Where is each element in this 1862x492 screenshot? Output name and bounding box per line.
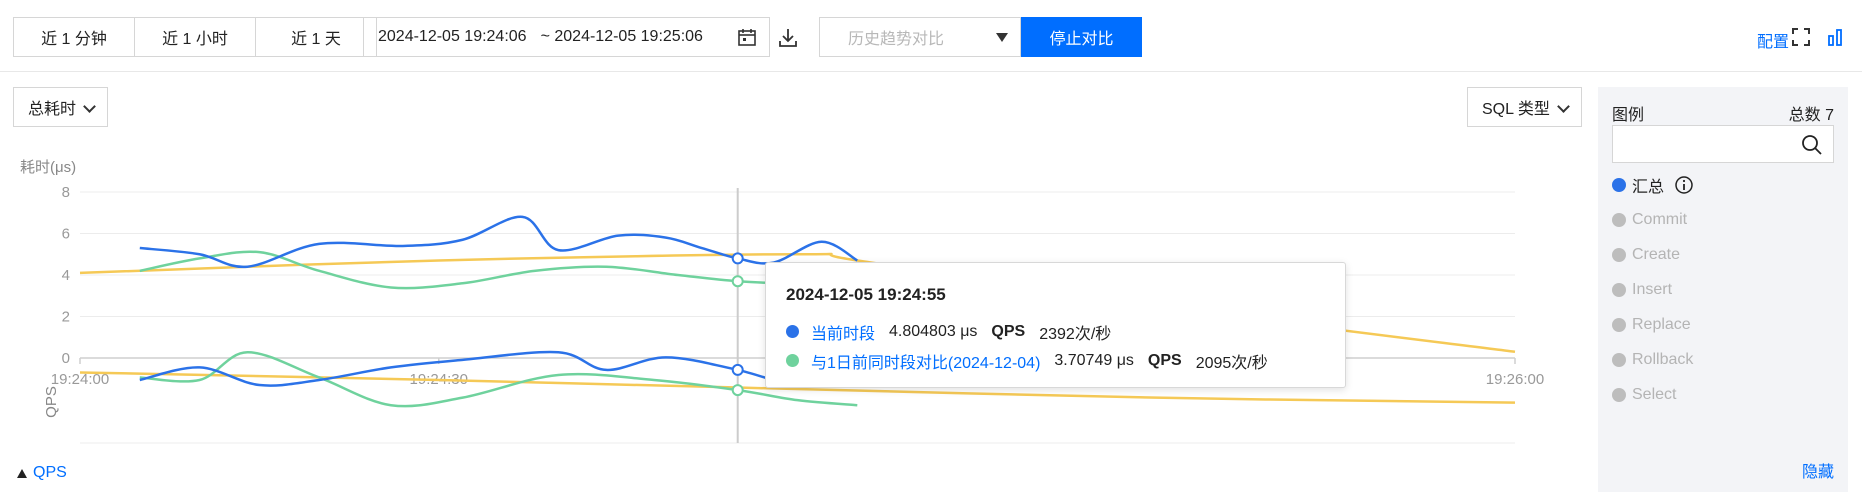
caret-down-icon	[996, 33, 1008, 42]
legend-item-label: Insert	[1632, 280, 1673, 298]
legend-total: 总数 7	[1788, 107, 1834, 124]
fullscreen-icon[interactable]	[1791, 27, 1811, 47]
series-dot	[786, 325, 799, 338]
legend-item-select[interactable]: Select	[1612, 377, 1694, 412]
hover-point	[731, 252, 744, 265]
legend-dot	[1612, 247, 1626, 262]
qps-toggle[interactable]: QPS	[17, 464, 67, 482]
series-compare-line	[139, 250, 858, 290]
search-icon[interactable]	[1801, 134, 1823, 156]
history-trend-placeholder: 历史趋势对比	[848, 31, 945, 48]
qps-toggle-label: QPS	[33, 464, 67, 481]
y-tick-label: 6	[62, 226, 70, 243]
range-1min-button[interactable]: 近 1 分钟	[13, 17, 135, 57]
qps-axis-label: QPS	[43, 386, 60, 418]
legend-dot	[1612, 282, 1626, 297]
time-range-group: 近 1 分钟 近 1 小时 近 1 天	[13, 17, 377, 57]
legend-item-create[interactable]: Create	[1612, 237, 1694, 272]
legend-item-label: Rollback	[1632, 350, 1694, 368]
legend-item-label: Replace	[1632, 315, 1691, 333]
x-tick-label: 19:26:00	[1486, 371, 1544, 388]
y-tick-label: 4	[62, 267, 70, 284]
tooltip-series-value: 3.70749 μs	[1054, 351, 1134, 369]
tooltip-row: 当前时段 4.804803 μs QPS 2392次/秒	[786, 317, 1345, 346]
metric-select[interactable]: 总耗时	[13, 87, 108, 127]
legend-list: 汇总 Commit Create Insert Replace Rollback	[1612, 167, 1694, 412]
legend-dot	[1612, 387, 1626, 402]
legend-item-commit[interactable]: Commit	[1612, 202, 1694, 237]
tooltip-series-value: 4.804803 μs	[889, 322, 978, 340]
date-end: ~ 2024-12-05 19:25:06	[540, 28, 703, 45]
legend-item-label: Create	[1632, 245, 1681, 263]
stop-compare-button[interactable]: 停止对比	[1021, 17, 1142, 57]
triangle-up-icon	[17, 468, 27, 478]
chevron-down-icon	[1557, 100, 1570, 113]
date-range-picker[interactable]: 2024-12-05 19:24:06 ~ 2024-12-05 19:25:0…	[363, 17, 770, 57]
range-1hour-button[interactable]: 近 1 小时	[134, 17, 256, 57]
tooltip-series-name[interactable]: 与1日前同时段对比(2024-12-04)	[811, 349, 1040, 373]
legend-search-input[interactable]	[1612, 125, 1834, 163]
series-dot	[786, 354, 799, 367]
chevron-down-icon	[83, 100, 96, 113]
legend-dot	[1612, 177, 1626, 192]
legend-dot	[1612, 352, 1626, 367]
qps-hover-point	[731, 384, 744, 397]
legend-item-replace[interactable]: Replace	[1612, 307, 1694, 342]
y-tick-label: 0	[62, 350, 70, 367]
qps-hover-point	[731, 363, 744, 376]
legend-item-insert[interactable]: Insert	[1612, 272, 1694, 307]
sql-type-select-label: SQL 类型	[1482, 101, 1550, 118]
legend-item-summary[interactable]: 汇总	[1612, 167, 1694, 202]
y-tick-label: 8	[62, 184, 70, 201]
y-tick-label: 2	[62, 309, 70, 326]
tooltip-time: 2024-12-05 19:24:55	[786, 285, 946, 304]
download-icon[interactable]	[777, 27, 799, 49]
info-icon[interactable]	[1674, 175, 1694, 195]
range-1day-button[interactable]: 近 1 天	[255, 17, 377, 57]
legend-dot	[1612, 212, 1626, 227]
tooltip-qps-value: 2392次/秒	[1039, 325, 1112, 343]
metric-select-label: 总耗时	[28, 101, 77, 118]
tooltip-qps-label: QPS	[1147, 351, 1182, 369]
tooltip-qps-label: QPS	[991, 322, 1026, 340]
toolbar: 近 1 分钟 近 1 小时 近 1 天 2024-12-05 19:24:06 …	[0, 0, 1862, 72]
legend-item-label: Commit	[1632, 210, 1688, 228]
tooltip-row: 与1日前同时段对比(2024-12-04) 3.70749 μs QPS 209…	[786, 346, 1345, 375]
chart-tooltip: 2024-12-05 19:24:55 当前时段 4.804803 μs QPS…	[765, 262, 1346, 388]
legend-item-label: Select	[1632, 385, 1677, 403]
hide-legend-link[interactable]: 隐藏	[1802, 458, 1834, 482]
legend-title: 图例	[1612, 107, 1645, 124]
legend-item-label: 汇总	[1632, 178, 1665, 196]
tooltip-qps-value: 2095次/秒	[1195, 354, 1268, 372]
hover-point	[731, 275, 744, 288]
legend-dot	[1612, 317, 1626, 332]
y-axis-label: 耗时(μs)	[20, 159, 76, 176]
legend-panel: 图例 总数 7 汇总 Commit Create Insert Replace …	[1598, 87, 1848, 492]
legend-item-rollback[interactable]: Rollback	[1612, 342, 1694, 377]
qps-series-compare-line	[139, 351, 858, 408]
sql-type-select[interactable]: SQL 类型	[1467, 87, 1582, 127]
calendar-icon[interactable]	[737, 27, 757, 47]
config-link[interactable]: 配置	[1757, 28, 1789, 52]
tooltip-series-name[interactable]: 当前时段	[811, 320, 875, 344]
history-trend-select[interactable]: 历史趋势对比	[819, 17, 1021, 57]
bar-chart-icon[interactable]	[1826, 27, 1846, 47]
date-start: 2024-12-05 19:24:06	[378, 28, 527, 45]
